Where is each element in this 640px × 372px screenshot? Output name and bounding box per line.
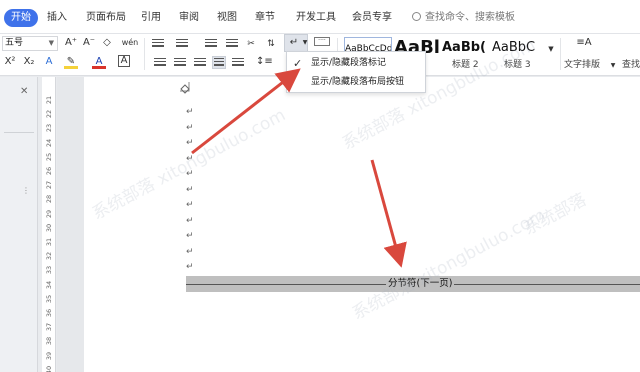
text-layout-button[interactable]: 文字排版 <box>564 57 600 70</box>
style-sample: AaBb( <box>442 40 486 55</box>
divider <box>560 38 561 70</box>
paragraph-mark: ↵ <box>186 184 194 195</box>
ruler-number: 33 <box>45 266 53 275</box>
distributed-align-icon[interactable] <box>232 58 244 68</box>
ruler-number: 36 <box>45 308 53 318</box>
align-left-icon[interactable] <box>154 58 166 68</box>
increase-indent-icon[interactable] <box>226 39 238 49</box>
chevron-down-icon: ▼ <box>610 62 616 69</box>
pane-resize-handle[interactable]: ⋮ <box>22 187 30 203</box>
font-size-select[interactable]: 五号 ▼ <box>2 36 58 51</box>
ruler-number: 34 <box>45 280 53 289</box>
search-placeholder: 查找命令、搜索模板 <box>425 12 515 23</box>
align-right-icon[interactable] <box>194 58 206 68</box>
tab-page-layout[interactable]: 页面布局 <box>86 9 126 27</box>
justify-icon[interactable] <box>212 56 226 69</box>
paragraph-mark: ↵ <box>186 138 194 148</box>
clear-format-icon[interactable]: ◇ <box>100 36 114 50</box>
decrease-indent-icon[interactable] <box>205 39 217 49</box>
search-icon <box>412 12 421 21</box>
check-icon: ✓ <box>293 57 303 70</box>
vertical-ruler: 21 22 23 24 25 26 27 28 29 30 31 32 33 34 35 36 37 38 39 40 <box>42 77 56 372</box>
chevron-down-icon: ▼ <box>302 39 308 46</box>
tab-view[interactable]: 视图 <box>217 9 237 27</box>
document-page[interactable] <box>84 77 640 372</box>
tab-home[interactable]: 开始 <box>4 9 38 27</box>
ruler-number: 40 <box>45 365 53 372</box>
paragraph-mark-menu: ✓ 显示/隐藏段落标记 显示/隐藏段落布局按钮 <box>286 51 426 93</box>
text-layout-icon: ≡A <box>576 37 592 48</box>
ruler-number: 21 <box>45 95 53 105</box>
table-insert-icon[interactable]: ···· <box>314 37 330 46</box>
numbered-list-icon[interactable] <box>176 39 188 49</box>
paragraph-mark: ↵ <box>186 246 194 257</box>
font-size-value: 五号 <box>5 38 24 48</box>
paragraph-mark: ↵ <box>186 107 194 117</box>
paragraph-mark: ↵ <box>186 231 194 241</box>
close-icon[interactable]: ✕ <box>20 86 28 97</box>
command-search[interactable]: 查找命令、搜索模板 <box>412 9 515 27</box>
show-hide-paragraph-button[interactable]: ↵ ▼ <box>284 34 308 52</box>
menu-item-label: 显示/隐藏段落标记 <box>311 58 387 68</box>
menu-bar: 开始 插入 页面布局 引用 审阅 视图 章节 开发工具 会员专享 查找命令、搜索… <box>0 0 640 34</box>
paragraph-mark: ↵ <box>186 215 194 226</box>
tab-chapter[interactable]: 章节 <box>255 9 275 27</box>
chevron-down-icon: ▼ <box>48 39 54 47</box>
ruler-number: 30 <box>45 223 53 232</box>
ruler-number: 35 <box>45 294 53 303</box>
navigation-pane: ✕ ⋮ <box>0 77 38 372</box>
menu-item-show-hide-marks[interactable]: ✓ 显示/隐藏段落标记 <box>287 54 425 73</box>
ruler-number: 25 <box>45 152 53 161</box>
ruler-number: 39 <box>45 351 53 360</box>
subscript-icon[interactable]: X₂ <box>22 55 36 69</box>
ruler-number: 24 <box>45 138 53 147</box>
superscript-icon[interactable]: X² <box>3 55 17 69</box>
style-label: 标题 2 <box>452 60 479 70</box>
find-replace-button[interactable]: 查找 <box>622 57 640 70</box>
divider <box>144 38 145 70</box>
tab-developer[interactable]: 开发工具 <box>296 9 336 27</box>
ruler-number: 23 <box>45 124 53 133</box>
highlight-icon[interactable]: ✎ <box>64 55 78 69</box>
ruler-number: 37 <box>45 323 53 332</box>
paragraph-mark: ↵ <box>186 262 194 272</box>
phonetic-guide-icon[interactable]: wén <box>120 36 140 50</box>
align-center-icon[interactable] <box>174 58 186 68</box>
grow-font-icon[interactable]: A⁺ <box>64 36 78 50</box>
chevron-down-icon[interactable]: ▼ <box>544 42 558 56</box>
font-color-icon[interactable]: A <box>92 55 106 69</box>
divider <box>4 132 34 133</box>
paragraph-handle-icon <box>180 84 190 94</box>
menu-item-label: 显示/隐藏段落布局按钮 <box>311 77 405 87</box>
ruler-number: 31 <box>45 237 53 247</box>
font-effect-icon[interactable]: A <box>42 55 56 69</box>
ruler-number: 28 <box>45 195 53 204</box>
menu-item-show-hide-layout-button[interactable]: 显示/隐藏段落布局按钮 <box>287 73 425 92</box>
tab-member[interactable]: 会员专享 <box>352 9 392 27</box>
section-break: 分节符(下一页) <box>186 276 640 292</box>
char-border-icon[interactable]: A <box>118 55 130 67</box>
style-label: 标题 3 <box>504 60 531 70</box>
tab-references[interactable]: 引用 <box>141 9 161 27</box>
line-spacing-icon[interactable]: ↕≡ <box>256 55 273 69</box>
section-break-label: 分节符(下一页) <box>386 277 455 291</box>
ruler-number: 26 <box>45 166 53 176</box>
style-sample: AaBbC <box>492 40 536 55</box>
shrink-font-icon[interactable]: A⁻ <box>82 36 96 50</box>
chinese-layout-icon[interactable]: ✂ <box>244 37 258 51</box>
ruler-number: 29 <box>45 209 53 218</box>
ruler-number: 32 <box>45 252 53 261</box>
paragraph-mark: ↵ <box>186 122 194 133</box>
bullet-list-icon[interactable] <box>152 39 164 49</box>
paragraph-mark: ↵ <box>186 200 194 210</box>
ruler-number: 27 <box>45 181 53 190</box>
wps-writer-window: 开始 插入 页面布局 引用 审阅 视图 章节 开发工具 会员专享 查找命令、搜索… <box>0 0 640 372</box>
sort-icon[interactable]: ⇅ <box>264 37 278 51</box>
paragraph-mark: ↵ <box>186 169 194 179</box>
tab-insert[interactable]: 插入 <box>47 9 67 27</box>
ruler-number: 38 <box>45 337 53 346</box>
paragraph-mark: ↵ <box>186 153 194 164</box>
tab-review[interactable]: 审阅 <box>179 9 199 27</box>
ruler-number: 22 <box>45 110 53 119</box>
